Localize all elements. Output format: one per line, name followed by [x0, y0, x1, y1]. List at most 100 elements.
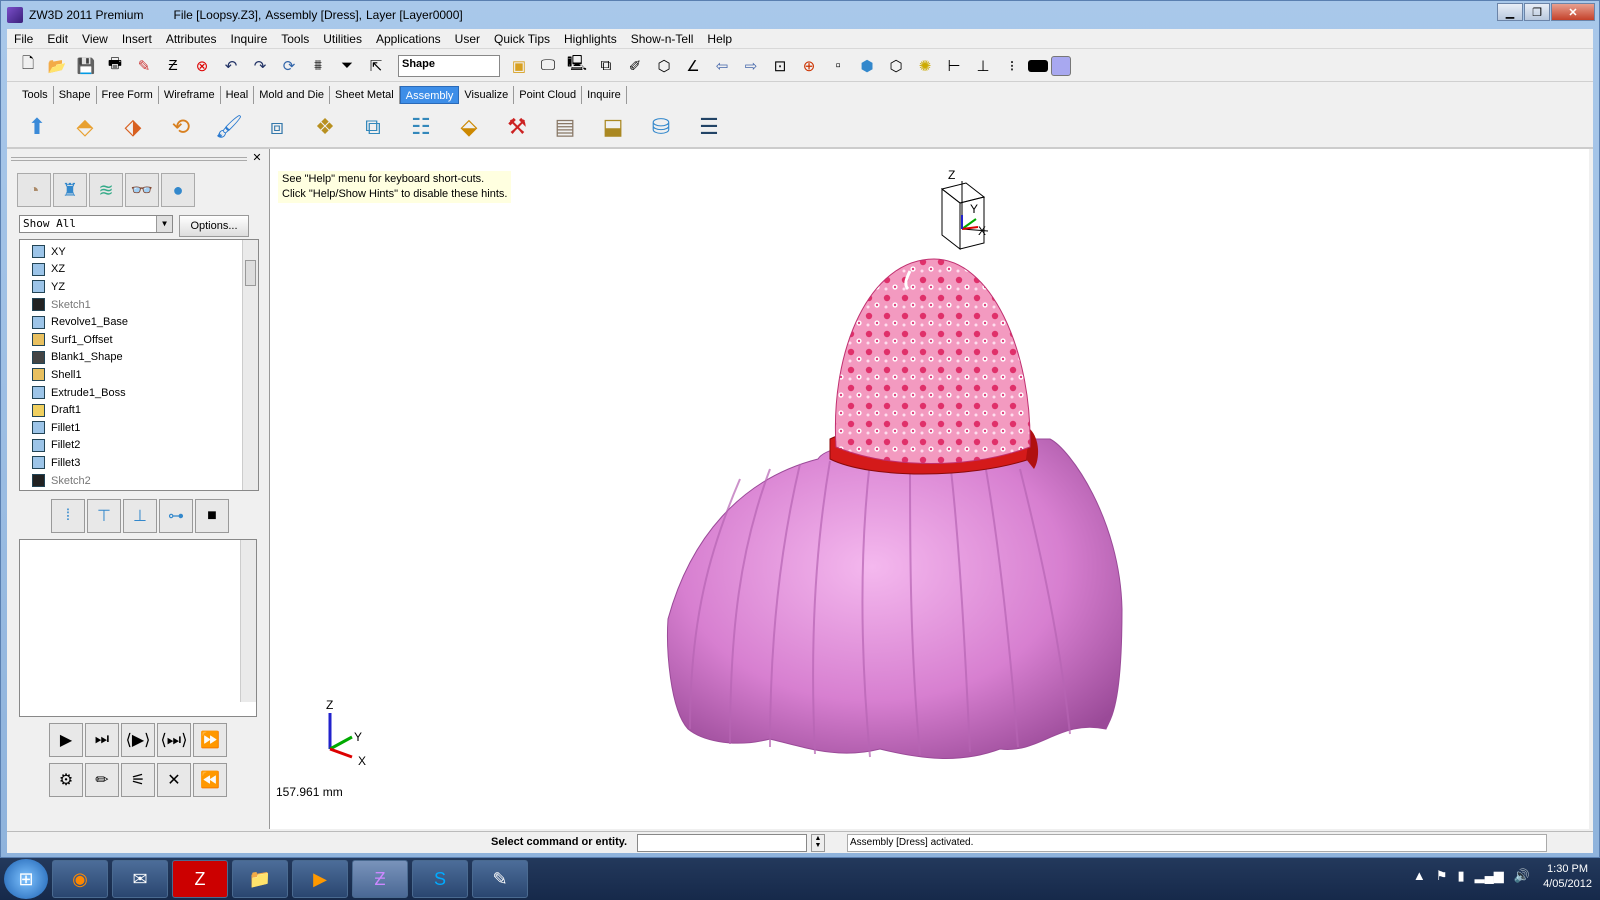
filter-icon[interactable]: ⏷	[334, 53, 360, 79]
menu-attributes[interactable]: Attributes	[159, 32, 224, 46]
menu-view[interactable]: View	[75, 32, 115, 46]
stop-icon[interactable]: ⊗	[189, 53, 215, 79]
menu-quick-tips[interactable]: Quick Tips	[487, 32, 557, 46]
tree-item[interactable]: Draft1	[20, 401, 258, 419]
menu-file[interactable]: File	[7, 32, 40, 46]
history-icon[interactable]: ⩩	[305, 53, 331, 79]
view-manager-icon[interactable]: 👓	[125, 173, 159, 207]
open-folder-icon[interactable]: 📂	[44, 53, 70, 79]
show-filter-dropdown[interactable]: Show All ▼	[19, 215, 173, 233]
network-icon[interactable]: ▂▄▆	[1475, 868, 1504, 884]
zoom-window-icon[interactable]: ⊕	[796, 53, 822, 79]
skype-icon[interactable]: S	[412, 860, 468, 898]
chevron-down-icon[interactable]: ▼	[156, 216, 172, 232]
windows-icon[interactable]: ⧉	[593, 53, 619, 79]
redo-icon[interactable]: ↷	[247, 53, 273, 79]
panel-close-icon[interactable]: ✕	[251, 153, 263, 165]
structure-icon[interactable]: ☷	[401, 109, 441, 145]
edit-brush-icon[interactable]: 🖌	[209, 109, 249, 145]
media-player-icon[interactable]: ▶	[292, 860, 348, 898]
step-loop-icon[interactable]: ⟨⏭⟩	[157, 723, 191, 757]
tree-item[interactable]: YZ	[20, 278, 258, 296]
tab-inquire[interactable]: Inquire	[582, 86, 627, 104]
tab-heal[interactable]: Heal	[221, 86, 255, 104]
message-scrollbar[interactable]	[240, 540, 256, 702]
wireframe-view-icon[interactable]: ⬡	[651, 53, 677, 79]
maximize-button[interactable]: ❐	[1524, 3, 1550, 21]
play-icon[interactable]: ▶	[49, 723, 83, 757]
pencil-icon[interactable]: ✏	[85, 763, 119, 797]
tree-scroll-thumb[interactable]	[245, 260, 256, 286]
tree-item[interactable]: Blank1_Shape	[20, 349, 258, 367]
options-button[interactable]: Options...	[179, 215, 249, 237]
visual-manager-icon[interactable]: ●	[161, 173, 195, 207]
zoom-box-icon[interactable]: ▫	[825, 53, 851, 79]
thunderbird-icon[interactable]: ✉	[112, 860, 168, 898]
datum-axis-icon[interactable]: ∠	[680, 53, 706, 79]
light-icon[interactable]: ✺	[912, 53, 938, 79]
fast-forward-icon[interactable]: ⏩	[193, 723, 227, 757]
edit-component-icon[interactable]: ⟲	[161, 109, 201, 145]
tree-view-list-icon[interactable]: ⁞	[51, 499, 85, 533]
history-manager-icon[interactable]: ◔	[17, 173, 51, 207]
explode-icon[interactable]: ⬙	[449, 109, 489, 145]
menu-show-n-tell[interactable]: Show-n-Tell	[624, 32, 701, 46]
menu-insert[interactable]: Insert	[115, 32, 159, 46]
redefine-icon[interactable]: ⚟	[121, 763, 155, 797]
cylinder-icon[interactable]: ⛁	[641, 109, 681, 145]
close-button[interactable]: ✕	[1551, 3, 1595, 21]
list-icon[interactable]: ☰	[689, 109, 729, 145]
regen-icon[interactable]: ⟳	[276, 53, 302, 79]
tree-view-branch-icon[interactable]: ⊤	[87, 499, 121, 533]
iso-cube-icon[interactable]: ⬢	[854, 53, 880, 79]
tree-scrollbar[interactable]	[242, 240, 258, 490]
assembly-manager-icon[interactable]: ♜	[53, 173, 87, 207]
tree-item[interactable]: Fillet2	[20, 437, 258, 455]
action-center-icon[interactable]: ⚑	[1436, 868, 1448, 884]
panel-grip[interactable]	[11, 157, 247, 161]
zoom-all-icon[interactable]: ⊡	[767, 53, 793, 79]
arrow-left-icon[interactable]: ⇦	[709, 53, 735, 79]
filezilla-icon[interactable]: Z	[172, 860, 228, 898]
new-component-icon[interactable]: ⬗	[113, 109, 153, 145]
dimension-icon[interactable]: ⊢	[941, 53, 967, 79]
menu-tools[interactable]: Tools	[274, 32, 316, 46]
monitor-icon[interactable]: 🖵	[535, 53, 561, 79]
paint-icon[interactable]: ✎	[472, 860, 528, 898]
command-input[interactable]	[637, 834, 807, 852]
sketch-edit-icon[interactable]: ✐	[622, 53, 648, 79]
array-icon[interactable]: ⧉	[353, 109, 393, 145]
layer-manager-icon[interactable]: ≋	[89, 173, 123, 207]
taskbar-clock[interactable]: 1:30 PM 4/05/2012	[1543, 862, 1592, 892]
color-black-swatch[interactable]	[1028, 59, 1048, 72]
command-spinner[interactable]: ▲ ▼	[811, 834, 825, 852]
menu-utilities[interactable]: Utilities	[316, 32, 369, 46]
cube-outline-icon[interactable]: ⬡	[883, 53, 909, 79]
save-icon[interactable]: 💾	[73, 53, 99, 79]
layer-stack-icon[interactable]: ⬓	[593, 109, 633, 145]
new-file-icon[interactable]: 🗋	[15, 53, 41, 79]
tree-item[interactable]: Surf1_Offset	[20, 331, 258, 349]
pick-filter-field[interactable]: Shape	[398, 54, 500, 77]
view-shaded-icon[interactable]: ▣	[506, 53, 532, 79]
power-icon[interactable]: ▮	[1457, 868, 1464, 884]
menu-applications[interactable]: Applications	[369, 32, 448, 46]
tree-item[interactable]: XY	[20, 243, 258, 261]
tree-item[interactable]: Extrude1_Boss	[20, 384, 258, 402]
insert-copy-icon[interactable]: ⬘	[65, 109, 105, 145]
tree-view-box-icon[interactable]: ■	[195, 499, 229, 533]
tab-shape[interactable]: Shape	[54, 86, 97, 104]
graphics-viewport[interactable]: See "Help" menu for keyboard short-cuts.…	[269, 149, 1589, 829]
tree-item[interactable]: Sketch2	[20, 472, 258, 490]
tree-view-hierarchy-icon[interactable]: ⊥	[123, 499, 157, 533]
step-forward-icon[interactable]: ⏭	[85, 723, 119, 757]
tab-wireframe[interactable]: Wireframe	[159, 86, 221, 104]
undo-icon[interactable]: ↶	[218, 53, 244, 79]
menu-inquire[interactable]: Inquire	[224, 32, 275, 46]
display-icon[interactable]: 🖳	[564, 53, 590, 79]
rollback-icon[interactable]: ⚙	[49, 763, 83, 797]
insert-component-icon[interactable]: ⬆	[17, 109, 57, 145]
tab-mold-and-die[interactable]: Mold and Die	[254, 86, 331, 104]
tree-view-flow-icon[interactable]: ⊶	[159, 499, 193, 533]
zw-icon[interactable]: Ƶ	[160, 53, 186, 79]
